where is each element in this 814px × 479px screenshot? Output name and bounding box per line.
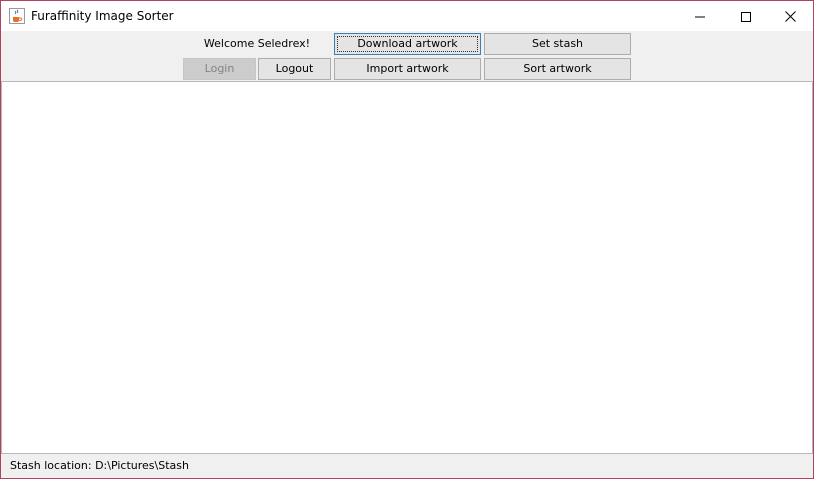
close-button[interactable] bbox=[767, 1, 813, 31]
set-stash-button[interactable]: Set stash bbox=[484, 33, 631, 55]
sort-artwork-label: Sort artwork bbox=[523, 62, 592, 75]
status-bar: Stash location: D:\Pictures\Stash bbox=[1, 454, 813, 478]
toolbar: Welcome Seledrex! Download artwork Set s… bbox=[1, 31, 813, 81]
content-panel[interactable] bbox=[1, 81, 813, 454]
import-artwork-button[interactable]: Import artwork bbox=[334, 58, 481, 80]
welcome-label: Welcome Seledrex! bbox=[203, 37, 311, 50]
java-cup-icon[interactable] bbox=[9, 8, 25, 24]
login-button: Login bbox=[183, 58, 256, 80]
minimize-button[interactable] bbox=[677, 1, 723, 31]
minimize-icon bbox=[695, 7, 705, 26]
app-window: Furaffinity Image Sorter Welcome Seledre… bbox=[0, 0, 814, 479]
title-bar[interactable]: Furaffinity Image Sorter bbox=[1, 1, 813, 31]
window-title: Furaffinity Image Sorter bbox=[31, 9, 174, 23]
set-stash-label: Set stash bbox=[531, 37, 584, 50]
download-artwork-button[interactable]: Download artwork bbox=[334, 33, 481, 55]
logout-label: Logout bbox=[275, 62, 314, 75]
logout-button[interactable]: Logout bbox=[258, 58, 331, 80]
login-label: Login bbox=[204, 62, 235, 75]
stash-location-text: Stash location: D:\Pictures\Stash bbox=[10, 459, 189, 472]
close-icon bbox=[784, 7, 796, 26]
maximize-button[interactable] bbox=[723, 1, 769, 31]
sort-artwork-button[interactable]: Sort artwork bbox=[484, 58, 631, 80]
import-artwork-label: Import artwork bbox=[366, 62, 449, 75]
maximize-icon bbox=[741, 7, 751, 26]
focus-ring bbox=[337, 36, 478, 52]
